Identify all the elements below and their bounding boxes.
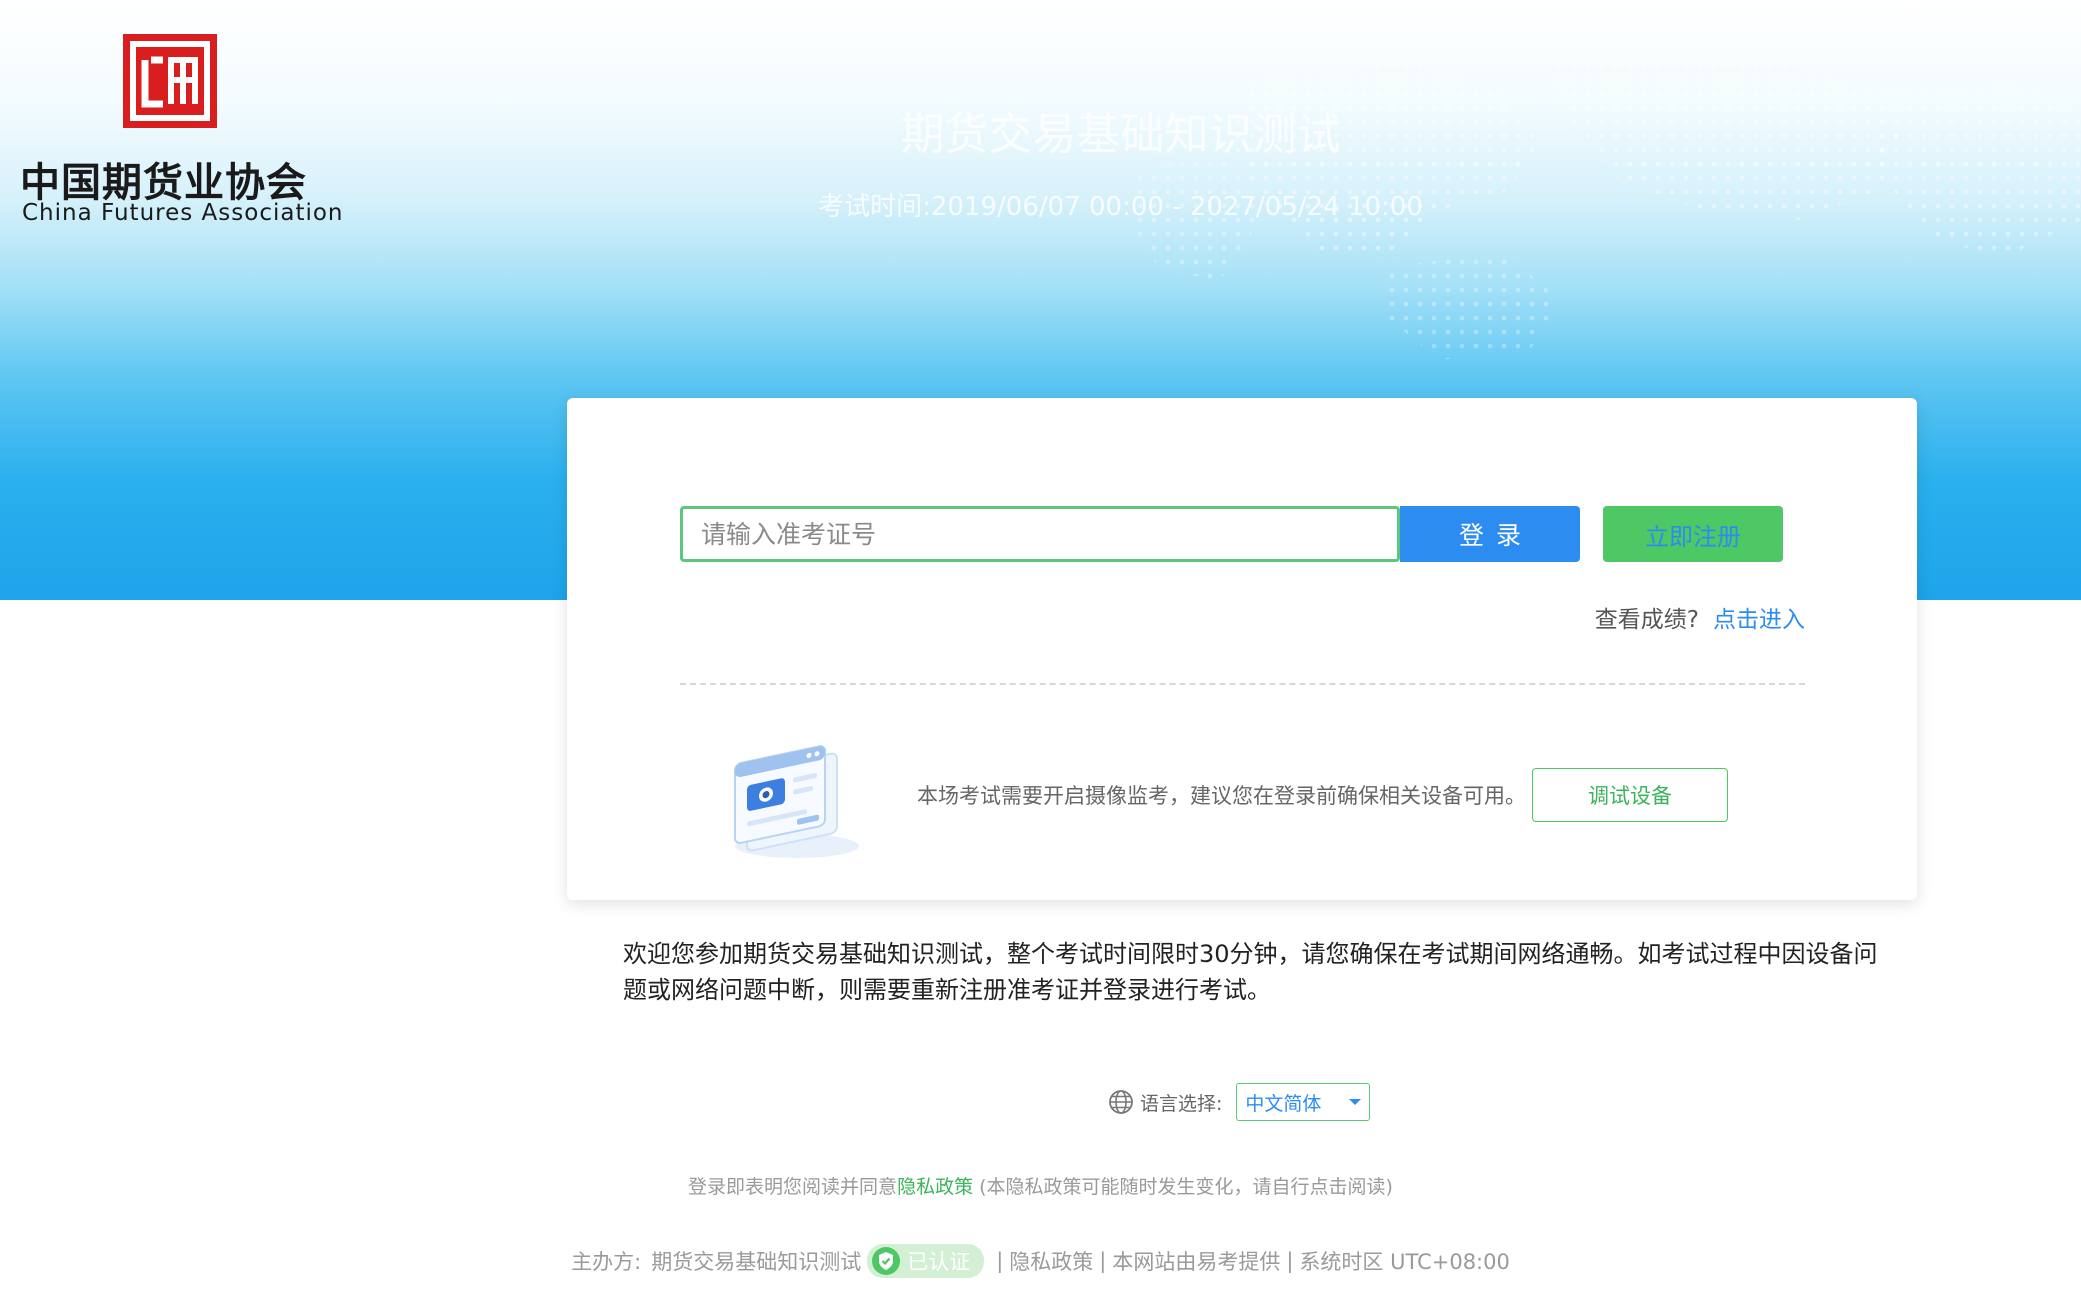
privacy-policy-link[interactable]: 隐私政策 [897,1176,973,1198]
privacy-prefix: 登录即表明您阅读并同意 [688,1176,898,1198]
footer-separator: | [1286,1249,1294,1273]
language-select-value: 中文简体 [1245,1092,1322,1115]
register-button[interactable]: 立即注册 [1603,506,1783,562]
camera-check-illustration [734,745,859,858]
login-card: 登录 立即注册 查看成绩? 点击进入 本场考试需要开启摄像监考，建议您在登录前确保… [567,398,1917,900]
timezone-text: 系统时区 UTC+08:00 [1299,1250,1510,1274]
footer-separator: | [1099,1249,1107,1273]
globe-icon [1109,1090,1133,1114]
verified-label: 已认证 [907,1250,971,1274]
debug-device-button[interactable]: 调试设备 [1532,768,1728,822]
shield-check-icon [872,1247,901,1275]
footer: 主办方: 期货交易基础知识测试 已认证 | 隐私政策 | 本网站由易考提供 | … [0,1244,2081,1278]
provider-text: 本网站由易考提供 [1112,1250,1281,1274]
score-link[interactable]: 点击进入 [1713,607,1805,633]
privacy-agreement: 登录即表明您阅读并同意隐私政策 (本隐私政策可能随时发生变化，请自行点击阅读) [0,1172,2081,1199]
chevron-down-icon [1349,1099,1362,1105]
host-name: 期货交易基础知识测试 [651,1250,862,1274]
camera-notice: 本场考试需要开启摄像监考，建议您在登录前确保相关设备可用。 [917,784,1526,808]
language-selector-row: 语言选择: 中文简体 [1108,1082,1371,1122]
divider [680,683,1805,685]
footer-separator: | [996,1249,1004,1273]
language-label: 语言选择: [1140,1092,1223,1115]
language-select[interactable]: 中文简体 [1236,1083,1371,1121]
privacy-suffix: (本隐私政策可能随时发生变化，请自行点击阅读) [973,1176,1393,1198]
admission-ticket-input[interactable] [680,506,1400,562]
host-label: 主办方: [571,1250,642,1274]
exam-title: 期货交易基础知识测试 [900,109,1341,160]
login-button[interactable]: 登录 [1400,506,1580,562]
footer-privacy-link[interactable]: 隐私政策 [1009,1246,1093,1276]
exam-notice: 欢迎您参加期货交易基础知识测试，整个考试时间限时30分钟，请您确保在考试期间网络… [623,940,1878,1004]
verified-badge: 已认证 [867,1244,985,1278]
score-label: 查看成绩? [1594,607,1699,633]
exam-time: 考试时间:2019/06/07 00:00 - 2027/05/24 10:00 [818,192,1423,222]
score-query-row: 查看成绩? 点击进入 [1595,600,1805,634]
